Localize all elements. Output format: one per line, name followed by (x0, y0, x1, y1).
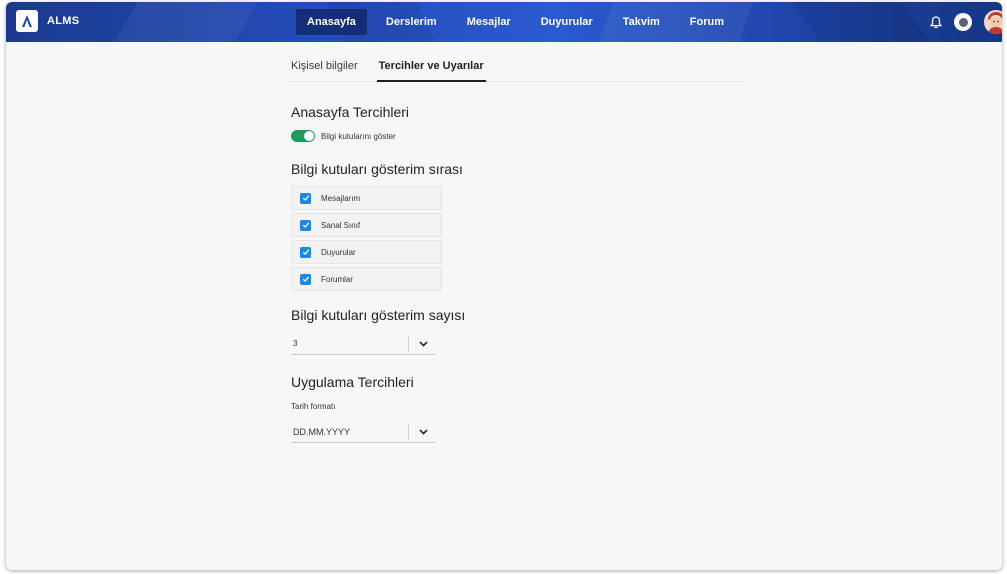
avatar[interactable] (984, 10, 1002, 34)
list-item-label: Mesajlarım (321, 193, 361, 203)
list-item-label: Sanal Sınıf (321, 220, 361, 230)
nav-item-duyurular[interactable]: Duyurular (530, 9, 604, 35)
top-navigation-bar: ALMS Anasayfa Derslerim Mesajlar Duyurul… (6, 2, 1002, 42)
main-nav: Anasayfa Derslerim Mesajlar Duyurular Ta… (296, 9, 743, 35)
tab-kisisel-bilgiler[interactable]: Kişisel bilgiler (285, 42, 364, 81)
header-decoration (114, 2, 258, 42)
home-preferences-title: Anasayfa Tercihleri (291, 104, 410, 120)
tab-tercihler-ve-uyarilar[interactable]: Tercihler ve Uyarılar (373, 42, 490, 82)
chevron-down-icon[interactable] (417, 428, 429, 435)
app-preferences-title: Uygulama Tercihleri (291, 374, 414, 390)
settings-content: Kişisel bilgiler Tercihler ve Uyarılar A… (285, 42, 745, 443)
theme-toggle-icon[interactable] (954, 13, 972, 31)
select-divider (408, 336, 409, 351)
checkbox-checked-icon[interactable] (300, 273, 311, 285)
logo-icon (16, 10, 38, 32)
info-boxes-toggle[interactable] (291, 130, 315, 142)
order-section-title: Bilgi kutuları gösterim sırası (291, 161, 463, 177)
date-format-select[interactable]: DD.MM.YYYY (291, 421, 435, 443)
select-value: DD.MM.YYYY (293, 426, 351, 437)
app-window: ALMS Anasayfa Derslerim Mesajlar Duyurul… (6, 2, 1002, 570)
list-item-sanal-sinif[interactable]: Sanal Sınıf (291, 213, 442, 237)
checkbox-checked-icon[interactable] (300, 246, 311, 258)
info-boxes-toggle-label: Bilgi kutularını göster (321, 131, 396, 141)
list-item-label: Duyurular (321, 247, 356, 257)
nav-item-takvim[interactable]: Takvim (612, 9, 671, 35)
select-value: 3 (293, 339, 298, 348)
nav-item-mesajlar[interactable]: Mesajlar (456, 9, 522, 35)
select-divider (408, 424, 409, 439)
nav-item-forum[interactable]: Forum (679, 9, 735, 35)
info-box-count-select[interactable]: 3 (291, 333, 435, 355)
count-section-title: Bilgi kutuları gösterim sayısı (291, 307, 466, 323)
settings-tabs: Kişisel bilgiler Tercihler ve Uyarılar (285, 42, 745, 82)
nav-item-anasayfa[interactable]: Anasayfa (296, 9, 367, 35)
nav-item-derslerim[interactable]: Derslerim (375, 9, 448, 35)
list-item-duyurular[interactable]: Duyurular (291, 240, 442, 264)
list-item-label: Forumlar (321, 274, 354, 284)
date-format-label: Tarih formatı (291, 402, 336, 411)
list-item-forumlar[interactable]: Forumlar (291, 267, 442, 291)
bell-icon[interactable] (926, 12, 946, 32)
header-actions (926, 10, 1002, 34)
logo-text: ALMS (47, 15, 80, 27)
logo[interactable]: ALMS (16, 10, 79, 32)
list-item-mesajlarim[interactable]: Mesajlarım (291, 186, 442, 210)
info-box-order-list: Mesajlarım Sanal Sınıf Duyurular Forumla… (291, 186, 442, 294)
checkbox-checked-icon[interactable] (300, 219, 311, 231)
checkbox-checked-icon[interactable] (300, 192, 311, 204)
info-boxes-toggle-row: Bilgi kutularını göster (291, 130, 396, 142)
chevron-down-icon[interactable] (417, 340, 429, 347)
header-decoration (791, 2, 931, 42)
